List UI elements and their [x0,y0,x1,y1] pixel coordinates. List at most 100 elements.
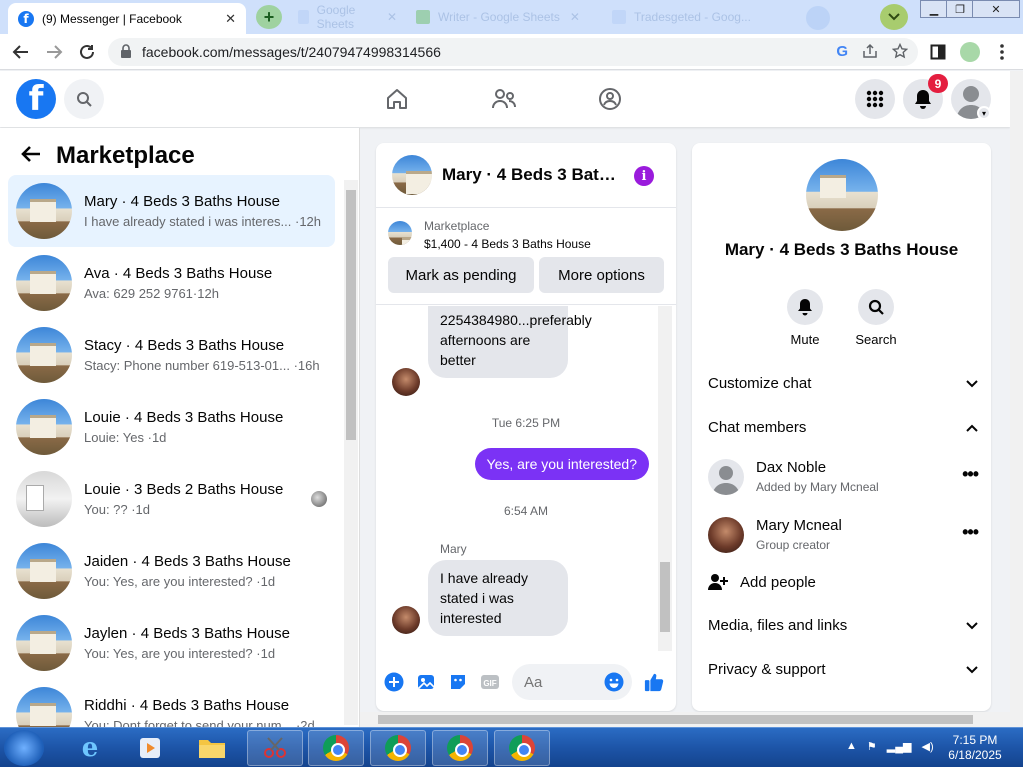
internet-explorer-icon[interactable]: e [62,730,118,766]
member-item[interactable]: Mary Mcneal Group creator ••• [708,517,979,557]
chat-title[interactable]: Mary · 4 Beds 3 Baths House [442,165,620,185]
browser-toolbar: facebook.com/messages/t/2407947499831456… [0,34,1023,70]
emoji-icon[interactable] [604,672,624,692]
restore-button[interactable]: ❐ [946,0,974,18]
gif-icon[interactable]: GIF [480,672,500,692]
volume-icon[interactable]: ◀) [921,740,933,753]
more-options-icon[interactable]: ••• [962,464,979,485]
minimize-button[interactable]: ▁ [920,0,948,18]
add-person-icon [708,574,728,590]
chrome-window-icon[interactable] [370,730,426,766]
bookmark-star-icon[interactable] [891,42,909,62]
snipping-tool-icon[interactable] [247,730,303,766]
sender-avatar[interactable] [392,606,420,634]
chrome-window-icon[interactable] [432,730,488,766]
conversation-item[interactable]: Ava · 4 Beds 3 Baths House Ava: 629 252 9… [8,247,335,319]
chat-avatar[interactable] [392,155,432,195]
photo-icon[interactable] [416,672,436,692]
search-icon [868,299,884,315]
tab-search-chevron-icon[interactable] [880,4,908,30]
sticker-icon[interactable] [448,672,468,692]
forward-icon[interactable] [43,41,65,63]
horizontal-scrollbar[interactable] [360,712,1010,727]
taskbar-clock[interactable]: 7:15 PM 6/18/2025 [940,733,1010,763]
share-icon[interactable] [862,43,878,62]
conversation-item[interactable]: Louie · 4 Beds 3 Baths House Louie: Yes ·… [8,391,335,463]
scrollbar-thumb[interactable] [378,715,973,724]
plus-circle-icon[interactable] [384,672,404,692]
google-icon[interactable]: G [836,43,848,62]
info-icon[interactable]: i [634,166,654,186]
incoming-message: I have already stated i was interested [428,560,568,636]
chevron-down-icon [966,665,978,673]
media-files-row[interactable]: Media, files and links [708,617,978,634]
page-scrollbar[interactable] [1010,71,1023,727]
inbox-scrollbar[interactable] [344,180,358,725]
mute-button[interactable]: Mute [775,289,835,347]
chrome-window-icon[interactable] [494,730,550,766]
new-tab-button[interactable]: + [256,5,282,29]
listing-price-title[interactable]: $1,400 - 4 Beds 3 Baths House [424,237,591,251]
start-button[interactable] [4,730,44,766]
tab-close-icon[interactable]: ✕ [225,11,236,27]
chrome-menu-icon[interactable] [992,42,1012,62]
tab-close-icon[interactable]: ✕ [387,10,397,24]
scrollbar-thumb[interactable] [346,190,356,440]
conversation-preview: Ava: 629 252 9761·12h [84,286,219,301]
grid-icon [866,90,884,108]
member-item[interactable]: Dax Noble Added by Mary Mcneal ••• [708,459,979,499]
tab-label: Tradesgeted - Goog... [634,10,751,24]
profile-avatar-icon[interactable] [960,42,980,62]
groups-icon[interactable] [596,85,624,113]
add-people-row[interactable]: Add people [708,573,978,591]
profile-tab-icon[interactable] [806,6,830,30]
back-arrow-icon[interactable] [20,145,42,168]
friends-icon[interactable] [490,85,518,113]
search-icon [77,92,92,107]
reload-icon[interactable] [76,41,98,63]
conversation-item[interactable]: Louie · 3 Beds 2 Baths House You: ?? ·1d [8,463,335,535]
tab-messenger[interactable]: f (9) Messenger | Facebook ✕ [8,3,246,34]
lock-icon[interactable] [120,43,132,61]
account-chevron-down-icon[interactable]: ▾ [977,106,991,120]
conversation-preview: Louie: Yes ·1d [84,430,167,445]
conversation-item[interactable]: Riddhi · 4 Beds 3 Baths House You: Dont f… [8,679,335,727]
chat-members-row[interactable]: Chat members [708,419,978,436]
tray-expand-icon[interactable]: ▲ [846,740,857,753]
chrome-window-icon[interactable] [308,730,364,766]
back-icon[interactable] [10,41,32,63]
file-explorer-icon[interactable] [184,730,240,766]
conversation-item[interactable]: Jaiden · 4 Beds 3 Baths House You: Yes, a… [8,535,335,607]
menu-grid-button[interactable] [855,79,895,119]
privacy-support-row[interactable]: Privacy & support [708,661,978,678]
sender-avatar[interactable] [392,368,420,396]
media-player-icon[interactable] [122,730,178,766]
chat-scrollbar[interactable] [658,306,672,651]
close-window-button[interactable]: ✕ [972,0,1020,18]
tab-close-icon[interactable]: ✕ [570,10,580,24]
conversation-item[interactable]: Jaylen · 4 Beds 3 Baths House You: Yes, a… [8,607,335,679]
search-button[interactable] [64,79,104,119]
tab-background-3[interactable]: Tradesgeted - Goog... [604,6,799,28]
mark-as-pending-button[interactable]: Mark as pending [388,257,534,293]
home-icon[interactable] [383,85,411,113]
system-tray: ▲ ⚑ ▂▄▆ ◀) [846,740,934,753]
network-signal-icon[interactable]: ▂▄▆ [887,740,912,753]
conversation-item[interactable]: Mary · 4 Beds 3 Baths House I have alread… [8,175,335,247]
tab-background-2[interactable]: Writer - Google Sheets ✕ [408,6,598,28]
address-bar[interactable]: facebook.com/messages/t/2407947499831456… [108,38,918,66]
side-panel-icon[interactable] [928,42,948,62]
thumbs-up-icon[interactable] [644,672,664,692]
customize-chat-row[interactable]: Customize chat [708,375,978,392]
listing-thumbnail[interactable] [388,221,412,245]
action-center-flag-icon[interactable]: ⚑ [867,740,877,753]
scrollbar-thumb[interactable] [660,562,670,632]
tab-background-1[interactable]: Google Sheets ✕ [290,3,405,31]
more-options-button[interactable]: More options [539,257,664,293]
search-in-conversation-button[interactable]: Search [846,289,906,347]
chat-photo[interactable] [806,159,878,231]
facebook-logo-icon[interactable]: f [16,79,56,119]
chat-members-label: Chat members [708,419,807,436]
more-options-icon[interactable]: ••• [962,522,979,543]
conversation-item[interactable]: Stacy · 4 Beds 3 Baths House Stacy: Phone… [8,319,335,391]
